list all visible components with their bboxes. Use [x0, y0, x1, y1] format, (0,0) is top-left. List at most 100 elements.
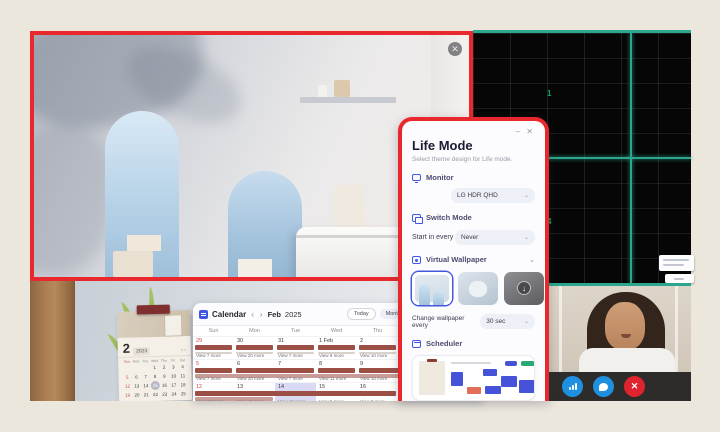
mini-date: 27: [132, 399, 142, 401]
view-more-link[interactable]: View 11 more: [237, 399, 264, 401]
scheduler-preview[interactable]: [412, 355, 535, 401]
date-label: 1 Feb: [319, 338, 333, 344]
mini-date: 12: [123, 382, 133, 391]
close-icon[interactable]: ✕: [448, 42, 462, 56]
video-call-window: ✕: [549, 283, 691, 401]
tooltip-text-line: [663, 259, 689, 261]
preview-event-block: [483, 369, 497, 376]
event-bar[interactable]: [359, 345, 396, 350]
minimize-icon[interactable]: –: [516, 127, 522, 136]
grid-tooltip: [659, 255, 694, 271]
mini-date: 22: [151, 390, 161, 399]
door-frame-line: [675, 286, 678, 374]
view-more-link[interactable]: View 7 more: [278, 353, 303, 358]
date-label: 12: [196, 384, 202, 390]
mini-date: 9: [160, 372, 170, 381]
quadrant-label: 1: [547, 89, 551, 98]
event-bar[interactable]: [236, 345, 273, 350]
mini-date: 17: [169, 380, 179, 389]
wallpaper-thumb-room[interactable]: [458, 272, 498, 305]
event-bar[interactable]: [236, 368, 314, 373]
mini-date: 16: [160, 381, 170, 390]
floating-shelf: [300, 97, 396, 103]
mini-date: 13: [132, 381, 142, 390]
chevron-down-icon[interactable]: ⌄: [529, 256, 535, 264]
mini-date: [179, 398, 189, 401]
mini-date-grid: 1234567891011121314151617181920212223242…: [118, 362, 192, 401]
view-more-link[interactable]: View 10 more: [196, 399, 223, 401]
date-label: 6: [237, 361, 240, 367]
view-more-link[interactable]: View 7 more: [196, 353, 221, 358]
today-button[interactable]: Today: [347, 308, 376, 320]
close-icon[interactable]: ✕: [526, 127, 535, 136]
view-more-link[interactable]: View 9 more: [319, 399, 344, 401]
door-frame-line: [559, 286, 562, 374]
virtual-wallpaper-icon: [412, 256, 421, 264]
arch-step: [238, 259, 272, 277]
monitor-icon: [412, 174, 421, 181]
mini-nav-arrows[interactable]: ‹ ›: [181, 347, 186, 353]
event-bar[interactable]: [195, 391, 396, 396]
mini-date: 6: [132, 372, 142, 381]
chevron-down-icon: ⌄: [524, 234, 529, 241]
photo-door: [164, 314, 183, 336]
view-more-link[interactable]: View 20 more: [237, 376, 264, 381]
preview-blue-button: [505, 361, 517, 366]
event-bar[interactable]: [318, 345, 355, 350]
calendar-title: Calendar: [212, 310, 246, 319]
stats-button[interactable]: [562, 376, 583, 397]
date-label: 16: [360, 384, 366, 390]
preview-red-block: [467, 387, 481, 394]
mini-date: 14: [141, 381, 151, 390]
caller-face: [605, 302, 645, 350]
view-more-link[interactable]: View 16 more: [278, 399, 305, 401]
mini-date: [170, 398, 180, 401]
switch-interval-dropdown[interactable]: Never⌄: [455, 230, 535, 245]
date-label: 15: [319, 384, 325, 390]
mini-month-number: 2: [123, 341, 131, 356]
mini-date: 8: [150, 372, 160, 381]
scheduler-icon: [412, 340, 421, 348]
mini-date: 26: [123, 400, 133, 401]
mini-date: 4: [178, 362, 188, 371]
chevron-down-icon: ⌄: [524, 192, 529, 199]
download-icon: ↓: [517, 281, 531, 295]
monitor-label: Monitor: [426, 173, 454, 182]
chat-button[interactable]: [593, 376, 614, 397]
event-bar[interactable]: [195, 368, 232, 373]
view-more-link[interactable]: View 7 more: [278, 376, 303, 381]
chevron-down-icon: ⌄: [524, 318, 529, 325]
mini-date: 15: [150, 381, 160, 390]
grid-tooltip-button[interactable]: [665, 274, 694, 283]
mini-date: [160, 399, 170, 401]
prev-month-button[interactable]: ‹: [251, 310, 254, 319]
monitor-dropdown[interactable]: LG HDR QHD⌄: [451, 188, 535, 203]
wood-post: [30, 281, 75, 401]
view-more-link[interactable]: View 10 more: [360, 353, 387, 358]
event-bar[interactable]: [277, 345, 314, 350]
next-month-button[interactable]: ›: [260, 310, 263, 319]
wallpaper-thumb-arch[interactable]: [412, 272, 452, 305]
stats-icon: [569, 383, 577, 390]
preview-mini-calendar: [419, 361, 445, 395]
view-more-link[interactable]: View 10 more: [360, 376, 387, 381]
virtual-wallpaper-label: Virtual Wallpaper: [426, 255, 487, 264]
tooltip-text-line: [663, 264, 684, 266]
shelf-cup: [318, 85, 327, 97]
view-more-link[interactable]: View 20 more: [237, 353, 264, 358]
view-more-link[interactable]: View 11 more: [319, 376, 346, 381]
event-bar[interactable]: [195, 345, 232, 350]
date-label: 5: [196, 361, 199, 367]
preview-green-button: [521, 361, 535, 366]
day-header: Mon: [234, 326, 275, 336]
wallpaper-interval-dropdown[interactable]: 30 sec⌄: [480, 314, 535, 329]
view-more-link[interactable]: View 8 more: [360, 399, 385, 401]
mini-date: 24: [169, 389, 179, 398]
day-header: Sun: [193, 326, 234, 336]
view-more-link[interactable]: View 8 more: [319, 353, 344, 358]
event-bar[interactable]: [318, 368, 355, 373]
end-call-button[interactable]: ✕: [624, 376, 645, 397]
wallpaper-thumb-download[interactable]: ↓: [504, 272, 544, 305]
view-more-link[interactable]: View 7 more: [196, 376, 221, 381]
panel-subtitle: Select theme design for Life mode.: [412, 156, 535, 163]
